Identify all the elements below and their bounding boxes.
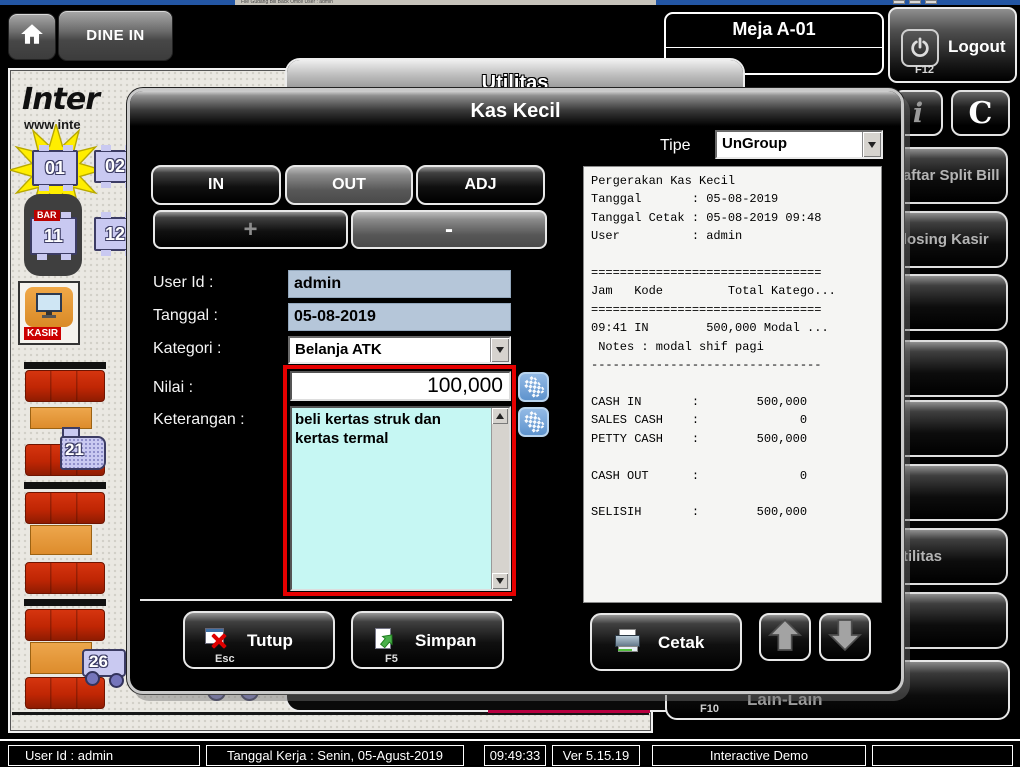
home-icon [19, 22, 45, 51]
kategori-dropdown[interactable]: Belanja ATK [288, 336, 511, 364]
scroll-up-icon[interactable] [492, 408, 508, 424]
c-button[interactable]: C [951, 90, 1010, 136]
user-id-field[interactable]: admin [288, 270, 511, 298]
dine-in-label: DINE IN [86, 27, 145, 44]
tipe-value: UnGroup [722, 135, 787, 152]
chevron-down-icon[interactable] [490, 338, 509, 362]
scroll-down-icon[interactable] [492, 573, 508, 589]
home-button[interactable] [8, 13, 56, 60]
tutup-button[interactable]: Tutup Esc [183, 611, 335, 669]
kategori-value: Belanja ATK [295, 341, 382, 358]
logout-hotkey: F12 [915, 64, 934, 76]
status-demo: Interactive Demo [652, 745, 866, 766]
tanggal-label: Tanggal : [153, 307, 218, 325]
status-version: Ver 5.15.19 [552, 745, 640, 766]
kas-kecil-dialog: Kas Kecil Tipe UnGroup IN OUT ADJ + - Us… [127, 88, 904, 694]
scrollbar[interactable] [491, 408, 509, 589]
tab-in[interactable]: IN [151, 165, 281, 205]
status-work-date: Tanggal Kerja : Senin, 05-Agust-2019 [206, 745, 464, 766]
tab-adj[interactable]: ADJ [416, 165, 545, 205]
window-titlebar: File Gudang Bill Back Office User : admi… [0, 0, 1020, 5]
monitor-icon [25, 287, 73, 327]
status-bar: User Id : admin Tanggal Kerja : Senin, 0… [0, 739, 1020, 767]
logout-label: Logout [948, 37, 1006, 57]
kategori-label: Kategori : [153, 340, 221, 358]
close-icon[interactable] [925, 0, 937, 4]
plus-button[interactable]: + [153, 210, 348, 249]
booth-table [30, 407, 92, 429]
arrow-up-icon [765, 616, 805, 659]
kasir-label: KASIR [24, 327, 61, 340]
divider [140, 599, 512, 601]
simpan-hotkey: F5 [385, 653, 398, 665]
sofa [25, 492, 105, 524]
cashier-station[interactable]: KASIR [18, 281, 80, 345]
cash-register-icon-table-21[interactable]: 21 [60, 427, 107, 473]
arrow-down-icon [825, 616, 865, 659]
keterangan-text: beli kertas struk dan kertas termal [295, 410, 490, 448]
booth-divider [24, 482, 106, 489]
booth-divider [24, 362, 106, 369]
nilai-label: Nilai : [153, 379, 193, 397]
table-11-number: 11 [44, 226, 63, 247]
keypad-button-nilai[interactable] [518, 372, 549, 402]
nilai-input[interactable]: 100,000 [290, 371, 511, 401]
tanggal-field[interactable]: 05-08-2019 [288, 303, 511, 331]
sofa [25, 562, 105, 594]
table-21-number: 21 [65, 440, 84, 460]
printer-icon [614, 629, 640, 653]
keypad-icon [522, 375, 545, 399]
table-01[interactable]: 01 [32, 150, 78, 186]
table-02-number: 02 [105, 156, 125, 177]
delivery-cart-icon-table-26[interactable]: 26 [82, 649, 130, 691]
tutup-hotkey: Esc [215, 653, 235, 665]
status-user: User Id : admin [8, 745, 200, 766]
save-icon [373, 626, 399, 652]
table-name: Meja A-01 [666, 19, 882, 40]
tipe-label: Tipe [660, 137, 691, 155]
tipe-dropdown[interactable]: UnGroup [715, 130, 883, 159]
table-11[interactable]: 11 [30, 217, 77, 255]
tab-out[interactable]: OUT [285, 165, 413, 205]
receipt-preview: Pergerakan Kas Kecil Tanggal : 05-08-201… [583, 166, 882, 603]
sofa [25, 370, 105, 402]
keterangan-textarea[interactable]: beli kertas struk dan kertas termal [290, 406, 511, 591]
table-26-number: 26 [89, 652, 108, 672]
user-id-label: User Id : [153, 274, 213, 292]
table-12-number: 12 [105, 224, 125, 245]
divider [666, 47, 882, 48]
brand-logo: Inter [22, 82, 99, 117]
pos-screen: File Gudang Bill Back Office User : admi… [0, 0, 1020, 767]
keypad-icon [522, 410, 545, 434]
accent-line [488, 710, 650, 713]
scroll-page-down-button[interactable] [819, 613, 871, 661]
keterangan-label: Keterangan : [153, 411, 245, 429]
chevron-down-icon[interactable] [862, 132, 881, 157]
receipt-text: Pergerakan Kas Kecil Tanggal : 05-08-201… [584, 167, 881, 522]
close-window-icon [205, 626, 231, 652]
status-empty [872, 745, 1013, 766]
scroll-page-up-button[interactable] [759, 613, 811, 661]
dine-in-button[interactable]: DINE IN [58, 10, 173, 61]
bar-label: BAR [34, 210, 60, 221]
table-01-number: 01 [45, 158, 65, 179]
minus-button[interactable]: - [351, 210, 547, 249]
booth-table [30, 525, 92, 555]
maximize-icon[interactable] [909, 0, 921, 4]
keypad-button-keterangan[interactable] [518, 407, 549, 437]
dialog-title: Kas Kecil [130, 100, 901, 123]
lain-lain-hotkey: F10 [700, 703, 719, 715]
minimize-icon[interactable] [893, 0, 905, 4]
power-icon [901, 29, 939, 67]
sofa [25, 609, 105, 641]
booth-divider [24, 599, 106, 606]
window-menu-text: File Gudang Bill Back Office User : admi… [235, 0, 656, 5]
status-time: 09:49:33 [484, 745, 546, 766]
logout-button[interactable]: Logout F12 [888, 7, 1017, 83]
simpan-button[interactable]: Simpan F5 [351, 611, 504, 669]
cetak-button[interactable]: Cetak [590, 613, 742, 671]
